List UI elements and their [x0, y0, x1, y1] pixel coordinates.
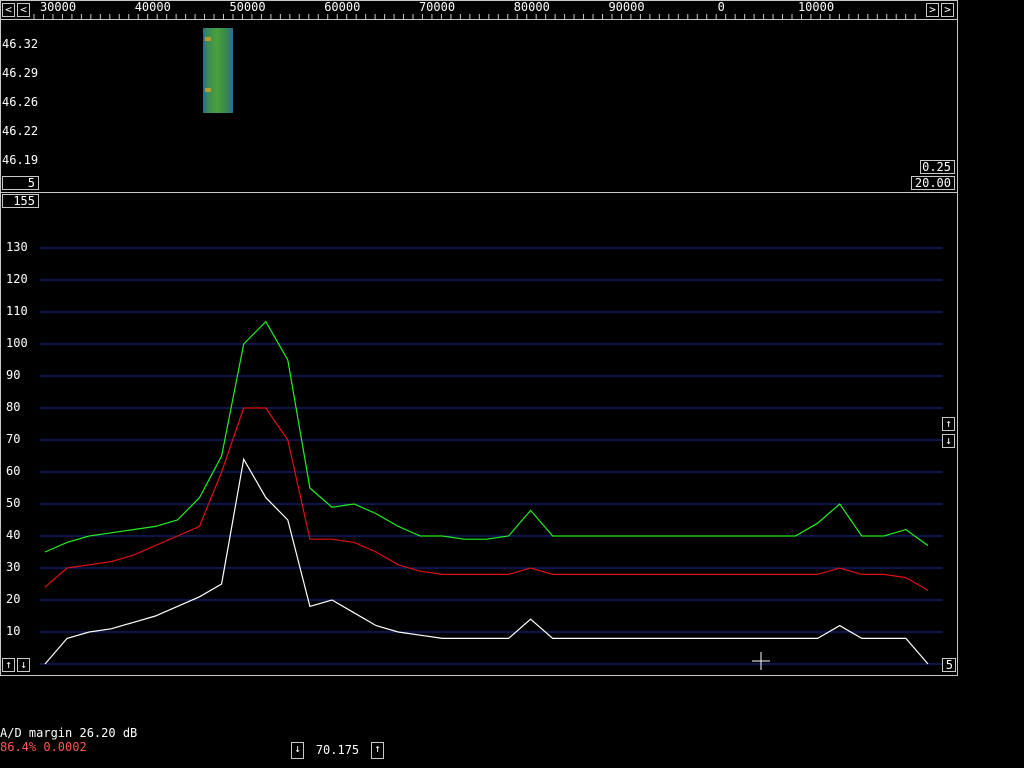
frequency-down-button[interactable]: ↓ — [291, 742, 304, 759]
frequency-scale-label: 40000 — [134, 0, 171, 14]
waterfall-time-label: 46.29 — [2, 66, 39, 80]
waterfall-signal-hot-2 — [205, 88, 211, 92]
ad-margin-text: A/D margin 26.20 dB — [0, 726, 138, 740]
arrow-up-icon: ↑ — [945, 417, 952, 430]
frequency-up-button[interactable]: ↑ — [371, 742, 384, 759]
waterfall-gain-box[interactable]: 0.25 — [920, 160, 955, 174]
frequency-scale-label: 30000 — [39, 0, 77, 14]
arrow-up-icon: ↑ — [374, 742, 381, 755]
waterfall-time-label: 46.19 — [2, 153, 39, 167]
spectrum-up-button[interactable]: ↑ — [942, 417, 955, 431]
frequency-readout[interactable]: 70.175 — [305, 742, 370, 759]
frequency-scale-label: 10000 — [797, 0, 835, 14]
spectrum-bottom-up-button[interactable]: ↑ — [2, 658, 15, 672]
mid-trace — [44, 407, 929, 591]
frequency-scale-label: 0 — [717, 0, 725, 14]
frequency-scale-label: 50000 — [229, 0, 266, 14]
waterfall-time-label: 46.26 — [2, 95, 39, 109]
waterfall-time-label: 46.32 — [2, 37, 39, 51]
arrow-down-icon: ↓ — [945, 434, 952, 447]
arrow-down-icon: ↓ — [294, 742, 301, 755]
frequency-scale-label: 70000 — [418, 0, 456, 14]
spectrum-right-box[interactable]: 5 — [942, 658, 956, 672]
spectrum-down-button[interactable]: ↓ — [942, 434, 955, 448]
waterfall-time-label: 46.22 — [2, 124, 39, 138]
waterfall-averages-box[interactable]: 5 — [2, 176, 39, 190]
spectrum-bottom-down-button[interactable]: ↓ — [17, 658, 30, 672]
crosshair-icon — [752, 652, 770, 670]
cpu-load-text: 86.4% 0.0002 — [0, 740, 87, 754]
spectrum-trace — [44, 457, 929, 665]
arrow-down-icon: ↓ — [20, 658, 27, 671]
frequency-scale-label: 80000 — [513, 0, 550, 14]
average-trace — [44, 320, 929, 553]
waterfall-zero-box[interactable]: 20.00 — [911, 176, 955, 190]
frequency-scale-label: 90000 — [608, 0, 645, 14]
frequency-scale-label: 60000 — [324, 0, 361, 14]
waterfall-signal-hot-1 — [205, 37, 211, 41]
arrow-up-icon: ↑ — [5, 658, 12, 671]
spectrum-chart — [40, 247, 943, 665]
waterfall-frame — [0, 19, 958, 193]
